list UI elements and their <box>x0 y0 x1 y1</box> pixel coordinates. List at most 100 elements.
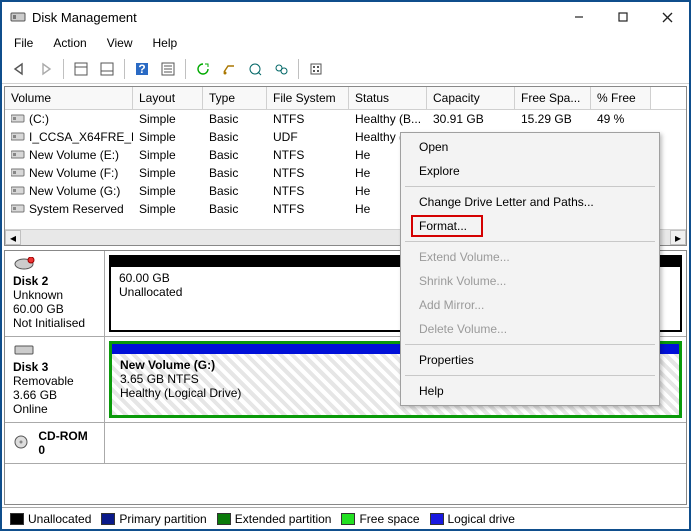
legend-unallocated: Unallocated <box>28 512 91 526</box>
col-filesystem[interactable]: File System <box>267 87 349 109</box>
col-capacity[interactable]: Capacity <box>427 87 515 109</box>
volume-name: New Volume (G:) <box>29 184 120 198</box>
cm-change-drive-letter[interactable]: Change Drive Letter and Paths... <box>401 190 659 214</box>
disk-title: Disk 3 <box>13 360 96 374</box>
cm-properties[interactable]: Properties <box>401 348 659 372</box>
legend: Unallocated Primary partition Extended p… <box>2 507 689 529</box>
volume-fs: NTFS <box>267 183 349 199</box>
volume-name: New Volume (F:) <box>29 166 118 180</box>
volume-header-row: Volume Layout Type File System Status Ca… <box>5 87 686 110</box>
disk-2-label[interactable]: Disk 2 Unknown 60.00 GB Not Initialised <box>5 251 105 336</box>
disk-icon <box>13 257 35 271</box>
volume-layout: Simple <box>133 165 203 181</box>
disk-management-window: Disk Management File Action View Help ? … <box>0 0 691 531</box>
volume-fs: NTFS <box>267 201 349 217</box>
drive-icon <box>11 184 25 194</box>
disk-size: 3.66 GB <box>13 388 96 402</box>
cdrom-label[interactable]: CD-ROM 0 <box>5 423 105 463</box>
list-view-button[interactable] <box>156 57 180 81</box>
titlebar: Disk Management <box>2 2 689 32</box>
forward-button[interactable] <box>34 57 58 81</box>
menubar: File Action View Help <box>2 32 689 54</box>
window-controls <box>557 3 689 31</box>
menu-file[interactable]: File <box>6 34 41 52</box>
disk-size: 60.00 GB <box>13 302 96 316</box>
col-volume[interactable]: Volume <box>5 87 133 109</box>
svg-text:?: ? <box>138 62 145 76</box>
cm-open[interactable]: Open <box>401 135 659 159</box>
app-icon <box>10 9 26 25</box>
maximize-button[interactable] <box>601 3 645 31</box>
legend-free: Free space <box>359 512 419 526</box>
cm-help[interactable]: Help <box>401 379 659 403</box>
back-button[interactable] <box>8 57 32 81</box>
refresh-button[interactable] <box>191 57 215 81</box>
cm-add-mirror: Add Mirror... <box>401 293 659 317</box>
volume-layout: Simple <box>133 201 203 217</box>
volume-type: Basic <box>203 111 267 127</box>
view-bottom-button[interactable] <box>95 57 119 81</box>
toolbar: ? <box>2 54 689 84</box>
action-button-1[interactable] <box>243 57 267 81</box>
cdrom-row: CD-ROM 0 <box>5 423 686 464</box>
disk-icon <box>13 343 35 357</box>
cm-format[interactable]: Format... <box>401 214 659 238</box>
volume-fs: NTFS <box>267 111 349 127</box>
drive-icon <box>11 148 25 158</box>
volume-type: Basic <box>203 147 267 163</box>
drive-icon <box>11 112 25 122</box>
drive-icon <box>11 130 25 140</box>
legend-logical: Logical drive <box>448 512 515 526</box>
scroll-left-button[interactable]: ◂ <box>5 230 21 245</box>
volume-type: Basic <box>203 165 267 181</box>
minimize-button[interactable] <box>557 3 601 31</box>
volume-type: Basic <box>203 201 267 217</box>
menu-view[interactable]: View <box>99 34 141 52</box>
drive-icon <box>11 202 25 212</box>
cm-shrink-volume: Shrink Volume... <box>401 269 659 293</box>
window-title: Disk Management <box>32 10 557 25</box>
settings-button[interactable] <box>304 57 328 81</box>
volume-layout: Simple <box>133 111 203 127</box>
cm-extend-volume: Extend Volume... <box>401 245 659 269</box>
col-layout[interactable]: Layout <box>133 87 203 109</box>
cdrom-icon <box>13 435 34 449</box>
volume-type: Basic <box>203 129 267 145</box>
context-menu: Open Explore Change Drive Letter and Pat… <box>400 132 660 406</box>
col-status[interactable]: Status <box>349 87 427 109</box>
disk-title: Disk 2 <box>13 274 96 288</box>
view-top-button[interactable] <box>69 57 93 81</box>
col-type[interactable]: Type <box>203 87 267 109</box>
disk-status: Removable <box>13 374 96 388</box>
volume-name: (C:) <box>29 112 49 126</box>
col-free[interactable]: Free Spa... <box>515 87 591 109</box>
disk-3-label[interactable]: Disk 3 Removable 3.66 GB Online <box>5 337 105 422</box>
volume-row[interactable]: (C:)SimpleBasicNTFSHealthy (B...30.91 GB… <box>5 110 686 128</box>
menu-help[interactable]: Help <box>145 34 186 52</box>
volume-status: Healthy (B... <box>349 111 427 127</box>
rescan-button[interactable] <box>217 57 241 81</box>
cm-delete-volume: Delete Volume... <box>401 317 659 341</box>
cdrom-title: CD-ROM 0 <box>38 429 96 457</box>
legend-extended: Extended partition <box>235 512 332 526</box>
col-pctfree[interactable]: % Free <box>591 87 651 109</box>
volume-name: New Volume (E:) <box>29 148 119 162</box>
legend-primary: Primary partition <box>119 512 206 526</box>
action-button-2[interactable] <box>269 57 293 81</box>
cm-explore[interactable]: Explore <box>401 159 659 183</box>
disk-init: Not Initialised <box>13 316 96 330</box>
disk-status: Unknown <box>13 288 96 302</box>
menu-action[interactable]: Action <box>45 34 94 52</box>
volume-layout: Simple <box>133 129 203 145</box>
scroll-right-button[interactable]: ▸ <box>670 230 686 245</box>
drive-icon <box>11 166 25 176</box>
close-button[interactable] <box>645 3 689 31</box>
volume-fs: NTFS <box>267 165 349 181</box>
help-button[interactable]: ? <box>130 57 154 81</box>
volume-name: System Reserved <box>29 202 124 216</box>
disk-online: Online <box>13 402 96 416</box>
volume-pctfree: 49 % <box>591 111 651 127</box>
volume-name: I_CCSA_X64FRE_E... <box>29 130 133 144</box>
volume-layout: Simple <box>133 147 203 163</box>
volume-type: Basic <box>203 183 267 199</box>
